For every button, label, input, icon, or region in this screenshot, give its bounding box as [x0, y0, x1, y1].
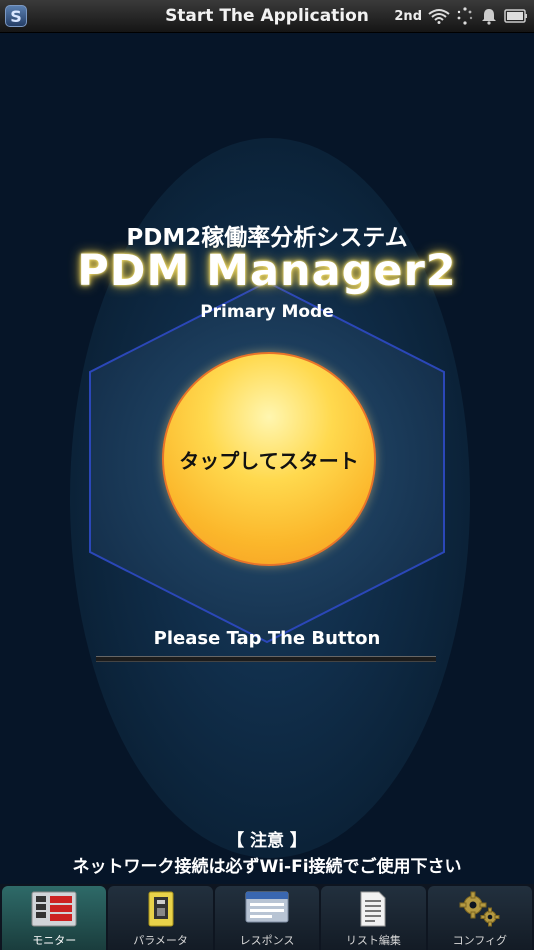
tab-list-edit[interactable]: リスト編集	[321, 886, 426, 950]
tab-monitor[interactable]: モニター	[2, 886, 107, 950]
response-icon	[245, 891, 289, 923]
tab-label: モニター	[32, 934, 77, 947]
gear-icon	[459, 891, 500, 927]
status-bar: S Start The Application 2nd	[0, 0, 534, 33]
tab-label: コンフィグ	[452, 934, 508, 947]
bell-icon	[482, 9, 496, 25]
battery-icon	[504, 9, 527, 23]
progress-track	[96, 656, 436, 662]
monitor-icon	[31, 891, 77, 927]
tap-to-start-button[interactable]: タップしてスタート	[162, 352, 376, 566]
app-name-title: PDM Manager2	[77, 246, 457, 296]
tab-label: パラメータ	[133, 934, 188, 947]
wifi-icon	[428, 9, 450, 24]
notice-heading: 【 注意 】	[227, 831, 307, 851]
spinner-icon	[457, 7, 473, 25]
tab-config[interactable]: コンフィグ	[427, 886, 533, 950]
tab-bar: モニター パラメータ レスポンス リスト編集 コンフィグ	[0, 884, 534, 950]
tab-parameter[interactable]: パラメータ	[108, 886, 213, 950]
parameter-icon	[148, 891, 174, 927]
list-edit-icon	[360, 891, 386, 927]
tap-prompt: Please Tap The Button	[153, 628, 381, 649]
tab-label: リスト編集	[345, 934, 401, 947]
notice-text: ネットワーク接続は必ずWi-Fi接続でご使用下さい	[72, 857, 462, 877]
tab-label: レスポンス	[239, 934, 295, 947]
second-indicator: 2nd	[394, 8, 422, 24]
tab-response[interactable]: レスポンス	[214, 886, 320, 950]
mode-label: Primary Mode	[200, 302, 334, 322]
status-indicators: 2nd	[394, 0, 528, 32]
start-button-label: タップしてスタート	[179, 448, 359, 473]
